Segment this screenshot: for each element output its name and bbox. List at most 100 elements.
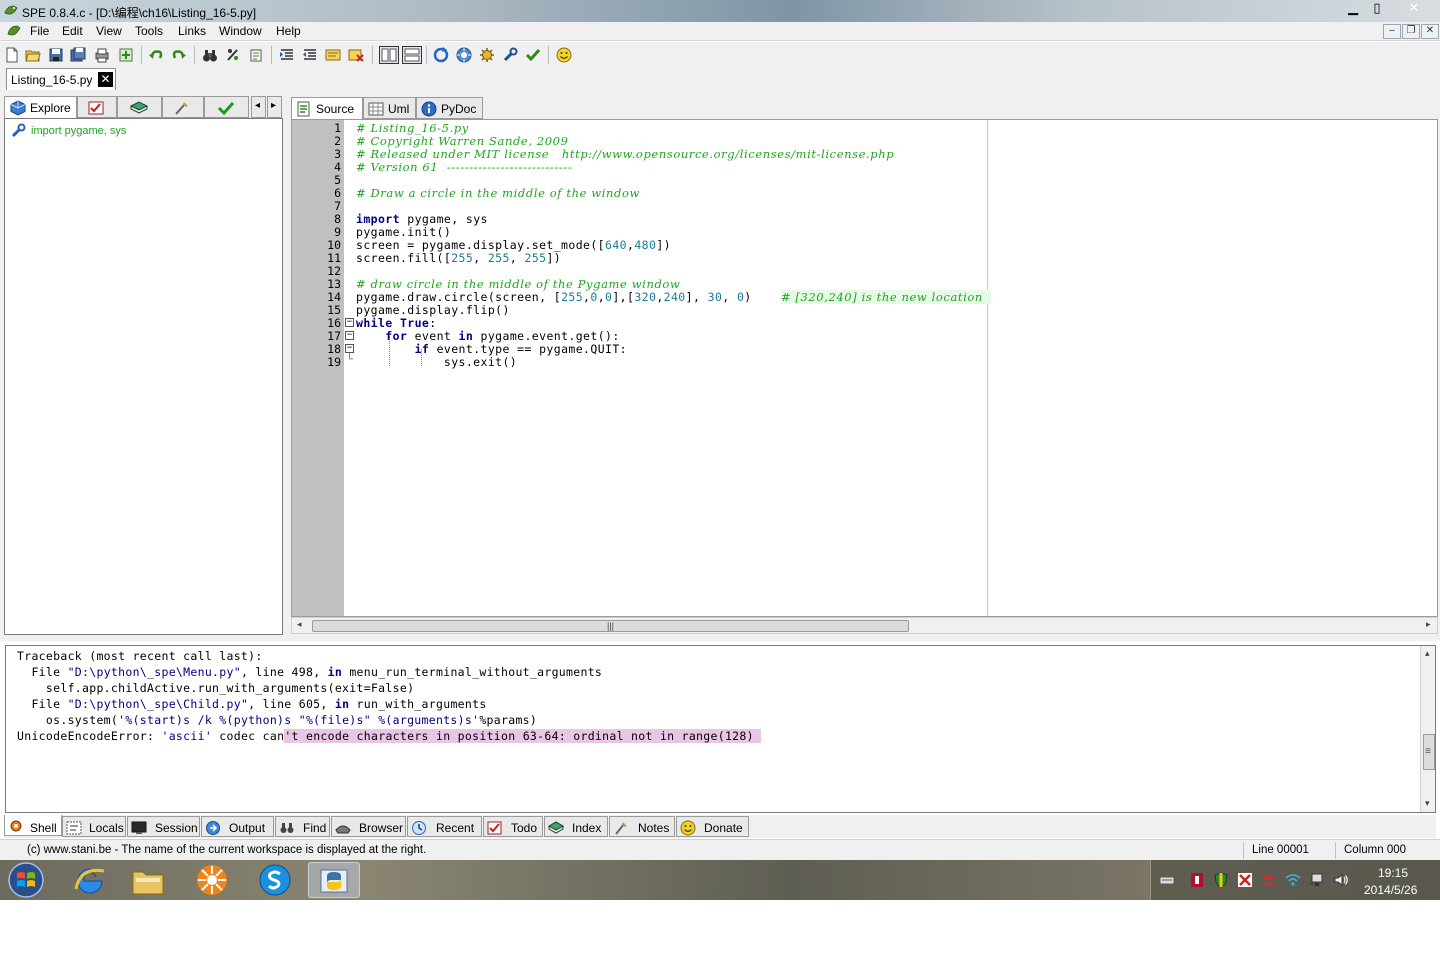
python-icon bbox=[320, 869, 348, 893]
windows-start-icon[interactable] bbox=[6, 861, 46, 899]
fold-toggle-if[interactable]: − bbox=[345, 344, 354, 353]
taskbar-ie[interactable] bbox=[64, 862, 116, 898]
spe-menu-icon[interactable] bbox=[6, 23, 22, 39]
clock-date[interactable]: 2014/5/26 bbox=[1364, 883, 1417, 897]
wifi-icon[interactable] bbox=[1285, 872, 1301, 888]
shell-output[interactable]: Traceback (most recent call last): File … bbox=[5, 645, 1436, 813]
scroll-left-arrow[interactable]: ◂ bbox=[297, 619, 302, 630]
tab-shell[interactable]: Shell bbox=[4, 815, 62, 836]
tab-donate[interactable]: Donate bbox=[676, 816, 749, 837]
tab-explore[interactable]: Explore bbox=[4, 96, 77, 118]
print-icon[interactable] bbox=[94, 47, 110, 63]
title-bar[interactable]: SPE 0.8.4.c - [D:\编程\ch16\Listing_16-5.p… bbox=[0, 0, 1440, 22]
tab-todo[interactable]: Todo bbox=[483, 816, 543, 837]
wrench-icon[interactable] bbox=[502, 47, 518, 63]
menu-links[interactable]: Links bbox=[178, 24, 206, 38]
browser-icon bbox=[335, 825, 351, 834]
maximize-button[interactable]: ▯ bbox=[1366, 0, 1388, 18]
menu-file[interactable]: File bbox=[30, 24, 49, 38]
browse-code-icon[interactable] bbox=[248, 47, 264, 63]
uncomment-icon[interactable] bbox=[348, 47, 364, 63]
indent-icon[interactable] bbox=[279, 47, 295, 63]
menu-help[interactable]: Help bbox=[276, 24, 301, 38]
shell-line-5: os.system('%(start)s /k %(python)s "%(fi… bbox=[17, 713, 538, 727]
new-file-icon[interactable] bbox=[4, 47, 20, 63]
sidebar-tabs-scroll-left[interactable]: ◂ bbox=[251, 96, 266, 118]
close-tab-icon[interactable]: ✕ bbox=[98, 72, 113, 87]
keyboard-icon[interactable] bbox=[1159, 872, 1175, 888]
add-icon[interactable] bbox=[118, 47, 134, 63]
split-horizontal-icon[interactable] bbox=[402, 46, 422, 64]
tab-check[interactable] bbox=[204, 96, 249, 118]
code-line-11: screen.fill([255, 255, 255]) bbox=[356, 251, 562, 265]
tab-index[interactable] bbox=[117, 96, 162, 118]
dedent-icon[interactable] bbox=[302, 47, 318, 63]
scroll-right-arrow[interactable]: ▸ bbox=[1426, 619, 1431, 630]
mdi-restore-button[interactable]: ❐ bbox=[1402, 24, 1420, 39]
tab-session[interactable]: Session bbox=[127, 816, 200, 837]
save-icon[interactable] bbox=[48, 47, 64, 63]
menu-tools[interactable]: Tools bbox=[135, 24, 163, 38]
tab-browser[interactable]: Browser bbox=[331, 816, 406, 837]
taskbar-python[interactable] bbox=[308, 862, 360, 898]
fold-toggle-while[interactable]: − bbox=[345, 318, 354, 327]
find-replace-icon[interactable] bbox=[225, 47, 241, 63]
tab-index-bottom[interactable]: Index bbox=[544, 816, 608, 837]
binoculars-icon[interactable] bbox=[202, 47, 218, 63]
network-people-icon[interactable] bbox=[1261, 872, 1277, 888]
tab-notes[interactable] bbox=[162, 96, 204, 118]
taskbar-explorer[interactable] bbox=[122, 862, 174, 898]
debug-gear-icon[interactable] bbox=[479, 47, 495, 63]
mdi-minimize-button[interactable]: – bbox=[1383, 24, 1401, 39]
shield-icon[interactable] bbox=[1213, 872, 1229, 888]
save-all-icon[interactable] bbox=[70, 47, 86, 63]
scrollbar-thumb[interactable]: ||| bbox=[312, 620, 909, 632]
close-window-button[interactable]: ✕ bbox=[1392, 0, 1436, 18]
shell-vertical-scrollbar[interactable]: ▴ ≡ ▾ bbox=[1420, 646, 1435, 812]
mdi-close-button[interactable]: ✕ bbox=[1421, 24, 1439, 39]
fold-toggle-for[interactable]: − bbox=[345, 331, 354, 340]
tab-locals[interactable]: Locals bbox=[62, 816, 126, 837]
refresh-icon[interactable] bbox=[433, 47, 449, 63]
tab-notes-bottom[interactable]: Notes bbox=[609, 816, 675, 837]
redo-icon[interactable] bbox=[171, 47, 187, 63]
split-vertical-icon[interactable] bbox=[379, 46, 399, 64]
menu-view[interactable]: View bbox=[96, 24, 122, 38]
volume-icon[interactable] bbox=[1333, 872, 1349, 888]
tab-todo-list[interactable] bbox=[77, 96, 117, 118]
menu-window[interactable]: Window bbox=[219, 24, 262, 38]
toolbar-separator bbox=[271, 46, 272, 64]
clock-time[interactable]: 19:15 bbox=[1378, 866, 1408, 880]
tab-find[interactable]: Find bbox=[275, 816, 330, 837]
sidebar-tabs-scroll-right[interactable]: ▸ bbox=[267, 96, 282, 118]
open-file-icon[interactable] bbox=[25, 47, 41, 63]
code-line-4: # Version 61 ---------------------------… bbox=[356, 160, 573, 174]
smiley-icon[interactable] bbox=[556, 47, 572, 63]
tab-recent[interactable]: Recent bbox=[407, 816, 482, 837]
tab-uml[interactable]: Uml bbox=[363, 97, 416, 119]
run-icon[interactable] bbox=[456, 47, 472, 63]
taskbar-media[interactable] bbox=[186, 862, 238, 898]
menu-edit[interactable]: Edit bbox=[62, 24, 83, 38]
tab-pydoc[interactable]: PyDoc bbox=[416, 97, 483, 119]
network-monitor-icon[interactable] bbox=[1309, 872, 1325, 888]
scroll-up-arrow[interactable]: ▴ bbox=[1425, 648, 1430, 659]
shell-line-4: File "D:\python\_spe\Child.py", line 605… bbox=[17, 697, 487, 711]
shell-scrollbar-thumb[interactable]: ≡ bbox=[1423, 734, 1435, 770]
code-editor[interactable]: 1 2 3 4 5 6 7 8 9 10 11 12 13 14 15 16 17 18 19 − − − └ # … bbox=[291, 119, 1438, 617]
taskbar-skype[interactable] bbox=[249, 862, 301, 898]
security-x-icon[interactable] bbox=[1237, 872, 1253, 888]
tray-app-red-icon[interactable] bbox=[1189, 872, 1205, 888]
comment-icon[interactable] bbox=[325, 47, 341, 63]
undo-icon[interactable] bbox=[148, 47, 164, 63]
scroll-down-arrow[interactable]: ▾ bbox=[1425, 798, 1430, 809]
editor-horizontal-scrollbar[interactable]: ◂ ||| ▸ bbox=[291, 617, 1438, 634]
checklist-icon bbox=[88, 101, 104, 115]
tab-todo-label: Todo bbox=[511, 821, 538, 835]
check-icon[interactable] bbox=[525, 47, 541, 63]
tab-source[interactable]: Source bbox=[291, 97, 363, 119]
minimize-button[interactable]: ▁ bbox=[1342, 0, 1364, 18]
tab-shell-label: Shell bbox=[30, 821, 57, 835]
tab-output[interactable]: Output bbox=[201, 816, 274, 837]
file-tab-listing[interactable]: Listing_16-5.py ✕ bbox=[6, 68, 116, 90]
